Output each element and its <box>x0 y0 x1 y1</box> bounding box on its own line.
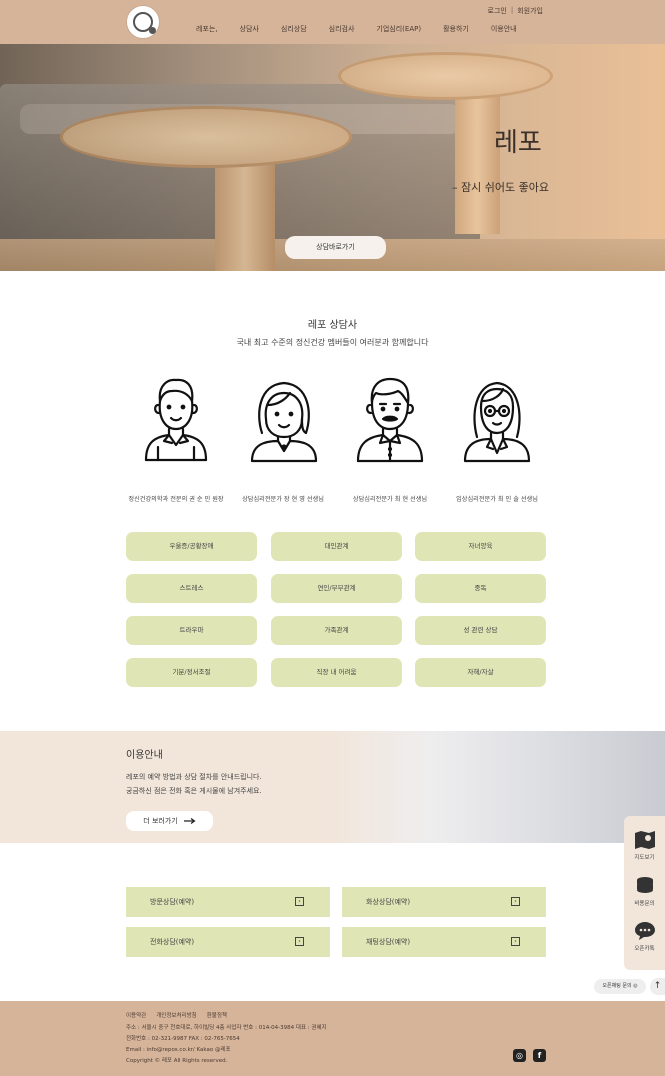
open-chat-label: 오픈채팅 문의 <box>602 983 632 989</box>
tag-addiction[interactable]: 중독 <box>415 574 546 603</box>
footer-link-refund[interactable]: 환불정책 <box>207 1011 227 1019</box>
nav-item-usage[interactable]: 활용하기 <box>443 24 469 34</box>
phone-booking-label: 전화상담(예약) <box>150 938 195 946</box>
more-button-label: 더 보러가기 <box>143 817 178 825</box>
usage-guide-banner: 이용안내 레포의 예약 방법과 상담 절차를 안내드립니다. 궁금하신 점은 전… <box>0 731 665 843</box>
chat-bubble-icon <box>634 922 655 940</box>
counselor-label-4: 임상심리전문가 최 인 솔 선생님 <box>456 496 538 503</box>
top-menu-separator: | <box>510 6 514 14</box>
chevron-right-icon: › <box>295 937 304 946</box>
chat-booking-button[interactable]: 채팅상담(예약) › <box>342 927 546 957</box>
video-booking-button[interactable]: 화상상담(예약) › <box>342 887 546 917</box>
logo-dot <box>149 27 156 34</box>
side-price-label: 비용문의 <box>634 901 655 907</box>
open-chat-button[interactable]: 오픈채팅 문의 ◎ <box>594 979 646 994</box>
headset-icon: ◎ <box>633 983 638 989</box>
visit-booking-label: 방문상담(예약) <box>150 898 195 906</box>
site-footer: 이용약관 개인정보처리방침 환불정책 주소 : 서울시 중구 천호대로, 하이빌… <box>0 1001 665 1076</box>
footer-phone: 전화번호 : 02-321-9987 FAX : 02-765-7654 <box>126 1036 240 1042</box>
chevron-right-icon: › <box>511 897 520 906</box>
nav-item-counseling[interactable]: 심리상담 <box>281 24 307 34</box>
nav-item-eap[interactable]: 기업심리(EAP) <box>376 24 421 34</box>
counselors-title: 레포 상담사 <box>307 320 358 331</box>
tag-depression[interactable]: 우울증/공황장애 <box>126 532 257 561</box>
usage-guide-line-2: 궁금하신 점은 전화 혹은 게시물에 남겨주세요. <box>126 787 262 795</box>
female-psychologist-icon[interactable] <box>457 375 537 465</box>
male-counselor-icon[interactable] <box>350 375 430 465</box>
tag-mood[interactable]: 기분/정서조절 <box>126 658 257 687</box>
book-now-button[interactable]: 상담바로가기 <box>285 236 386 259</box>
footer-email: Email : info@repos.co.kr/ Kakao @레포 <box>126 1047 231 1053</box>
quick-side-panel: 지도보기 비용문의 오픈카톡 <box>624 816 665 970</box>
tag-sexuality[interactable]: 성 관련 상담 <box>415 616 546 645</box>
male-doctor-icon[interactable] <box>136 375 216 465</box>
phone-booking-button[interactable]: 전화상담(예약) › <box>126 927 330 957</box>
nav-item-tests[interactable]: 심리검사 <box>329 24 355 34</box>
nav-item-guide[interactable]: 이용안내 <box>491 24 517 34</box>
footer-address: 주소 : 서울시 중구 천호대로, 하이빌딩 4층 사업자 번호 : 014-0… <box>126 1025 327 1031</box>
hero-subtitle: – 잠시 쉬어도 좋아요 <box>452 181 549 194</box>
side-map-label: 지도보기 <box>634 855 655 861</box>
instagram-icon[interactable]: ◎ <box>513 1049 526 1062</box>
footer-link-terms[interactable]: 이용약관 <box>126 1011 146 1019</box>
hero-banner: 레포 – 잠시 쉬어도 좋아요 상담바로가기 <box>0 44 665 271</box>
side-map-button[interactable]: 지도보기 <box>624 830 665 861</box>
map-icon <box>634 831 655 849</box>
site-header: 로그인 | 회원가입 레포는, 상담사 심리상담 심리검사 기업심리(EAP) … <box>0 0 665 44</box>
usage-guide-line-1: 레포의 예약 방법과 상담 절차를 안내드립니다. <box>126 773 262 781</box>
footer-link-privacy[interactable]: 개인정보처리방침 <box>156 1011 196 1019</box>
chevron-right-icon: › <box>295 897 304 906</box>
nav-item-about[interactable]: 레포는, <box>196 24 218 34</box>
tag-trauma[interactable]: 트라우마 <box>126 616 257 645</box>
site-logo[interactable] <box>126 5 160 39</box>
tag-stress[interactable]: 스트레스 <box>126 574 257 603</box>
counselors-subtitle: 국내 최고 수준의 정신건강 멤버들이 여러분과 함께합니다 <box>236 338 429 347</box>
main-nav: 레포는, 상담사 심리상담 심리검사 기업심리(EAP) 활용하기 이용안내 <box>196 24 539 34</box>
more-button[interactable]: 더 보러가기 <box>126 811 213 831</box>
signup-link[interactable]: 회원가입 <box>517 6 543 16</box>
scroll-top-button[interactable]: ↑ <box>650 978 665 995</box>
female-counselor-icon[interactable] <box>244 375 324 465</box>
tag-self-harm[interactable]: 자해/자살 <box>415 658 546 687</box>
tag-family[interactable]: 가족관계 <box>271 616 402 645</box>
visit-booking-button[interactable]: 방문상담(예약) › <box>126 887 330 917</box>
tag-workplace[interactable]: 직장 내 어려움 <box>271 658 402 687</box>
usage-guide-title: 이용안내 <box>126 750 163 761</box>
footer-copyright: Copyright © 레포 All Rights reserved. <box>126 1058 228 1064</box>
hero-title: 레포 <box>494 128 542 158</box>
top-menu: 로그인 | 회원가입 <box>488 6 543 16</box>
login-link[interactable]: 로그인 <box>488 6 507 16</box>
side-kakao-label: 오픈카톡 <box>634 946 655 952</box>
tag-relationships[interactable]: 대인관계 <box>271 532 402 561</box>
chevron-right-icon: › <box>511 937 520 946</box>
side-kakao-button[interactable]: 오픈카톡 <box>624 921 665 952</box>
facebook-icon[interactable]: f <box>533 1049 546 1062</box>
side-price-button[interactable]: 비용문의 <box>624 876 665 907</box>
footer-links: 이용약관 개인정보처리방침 환불정책 <box>126 1011 227 1019</box>
nav-item-counselors[interactable]: 상담사 <box>240 24 259 34</box>
chat-booking-label: 채팅상담(예약) <box>366 938 411 946</box>
tag-couples[interactable]: 연인/부부관계 <box>271 574 402 603</box>
tag-parenting[interactable]: 자녀양육 <box>415 532 546 561</box>
usage-guide-image <box>330 731 665 843</box>
arrow-right-icon <box>183 818 196 824</box>
video-booking-label: 화상상담(예약) <box>366 898 411 906</box>
coins-icon <box>636 877 653 893</box>
